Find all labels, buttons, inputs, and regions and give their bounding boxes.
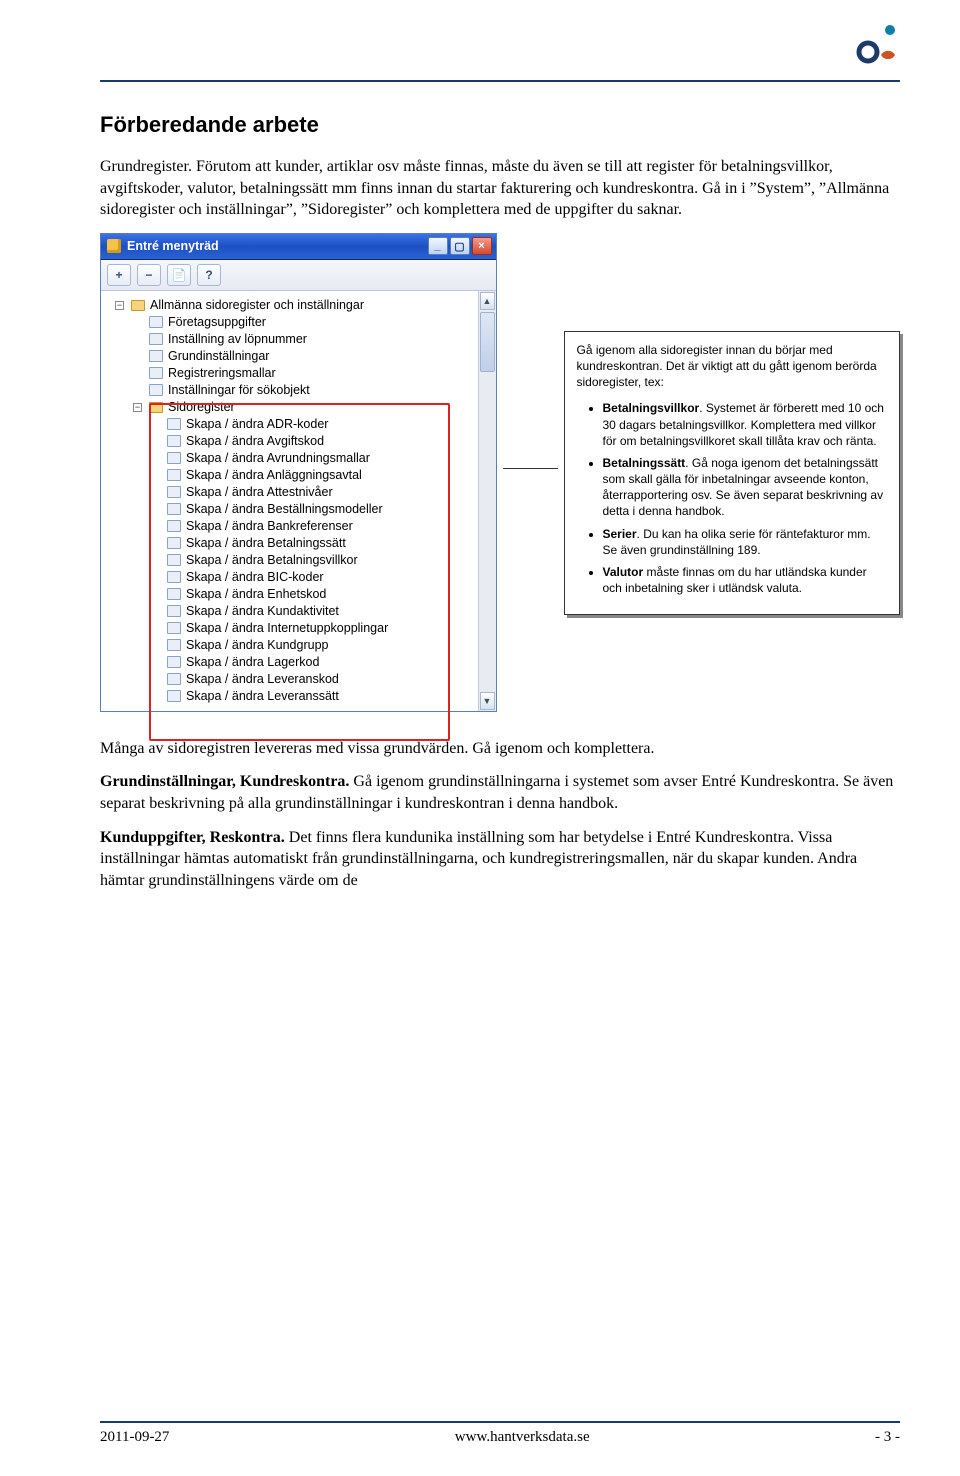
callout-list: Betalningsvillkor. Systemet är förberett… xyxy=(577,400,888,596)
tree-item[interactable]: Skapa / ändra BIC-koder xyxy=(107,569,478,586)
tree-toggle-icon[interactable]: − xyxy=(133,403,142,412)
footer-page-number: - 3 - xyxy=(875,1429,900,1446)
page-icon xyxy=(167,588,181,600)
page-icon xyxy=(167,571,181,583)
tree-item[interactable]: Skapa / ändra Attestnivåer xyxy=(107,484,478,501)
tree-group[interactable]: − Allmänna sidoregister och inställninga… xyxy=(107,297,478,314)
menu-tree-window: Entré menyträd _ ▢ × + − 📄 ? − xyxy=(100,233,497,712)
tree-item[interactable]: Företagsuppgifter xyxy=(107,314,478,331)
tree-item[interactable]: Skapa / ändra Betalningssätt xyxy=(107,535,478,552)
tree-item[interactable]: Skapa / ändra Bankreferenser xyxy=(107,518,478,535)
page-footer: 2011-09-27 www.hantverksdata.se - 3 - xyxy=(100,1413,900,1446)
window-titlebar[interactable]: Entré menyträd _ ▢ × xyxy=(101,234,496,260)
tree-item[interactable]: Skapa / ändra Kundaktivitet xyxy=(107,603,478,620)
tree-item[interactable]: Skapa / ändra Anläggningsavtal xyxy=(107,467,478,484)
page-icon xyxy=(167,622,181,634)
tree-label: Allmänna sidoregister och inställningar xyxy=(150,298,364,312)
tree-item[interactable]: Skapa / ändra Internetuppkopplingar xyxy=(107,620,478,637)
window-close-button[interactable]: × xyxy=(472,237,492,255)
page-icon xyxy=(149,316,163,328)
page-icon xyxy=(167,486,181,498)
page-heading: Förberedande arbete xyxy=(100,112,900,138)
tree-item[interactable]: Skapa / ändra Leveranskod xyxy=(107,671,478,688)
tree-item[interactable]: Skapa / ändra Betalningsvillkor xyxy=(107,552,478,569)
body-paragraph-1: Många av sidoregistren levereras med vis… xyxy=(100,738,900,760)
page-icon xyxy=(167,435,181,447)
callout-item: Betalningssätt. Gå noga igenom det betal… xyxy=(603,455,888,520)
page-icon xyxy=(167,673,181,685)
tree-item[interactable]: Skapa / ändra Enhetskod xyxy=(107,586,478,603)
callout-item: Betalningsvillkor. Systemet är förberett… xyxy=(603,400,888,449)
tree-label: Sidoregister xyxy=(168,400,235,414)
body-paragraph-3: Kunduppgifter, Reskontra. Det finns fler… xyxy=(100,827,900,892)
callout-item: Valutor måste finnas om du har utländska… xyxy=(603,564,888,596)
page-icon xyxy=(167,605,181,617)
window-title: Entré menyträd xyxy=(127,239,219,253)
page-icon xyxy=(149,384,163,396)
toolbar-expand-button[interactable]: + xyxy=(107,264,131,286)
callout-intro: Gå igenom alla sidoregister innan du bör… xyxy=(577,342,888,391)
page-icon xyxy=(167,469,181,481)
tree-scrollbar[interactable]: ▲ ▼ xyxy=(478,291,496,711)
scrollbar-thumb[interactable] xyxy=(480,312,495,372)
footer-rule xyxy=(100,1421,900,1423)
header-logo xyxy=(854,20,900,71)
tree-item[interactable]: Skapa / ändra Kundgrupp xyxy=(107,637,478,654)
window-minimize-button[interactable]: _ xyxy=(428,237,448,255)
callout-item: Serier. Du kan ha olika serie för räntef… xyxy=(603,526,888,558)
scrollbar-up-button[interactable]: ▲ xyxy=(480,292,495,310)
intro-paragraph: Grundregister. Förutom att kunder, artik… xyxy=(100,156,900,221)
page-icon xyxy=(149,367,163,379)
callout-box: Gå igenom alla sidoregister innan du bör… xyxy=(564,331,901,616)
page-icon xyxy=(149,350,163,362)
footer-url: www.hantverksdata.se xyxy=(455,1429,590,1446)
tree-item[interactable]: Skapa / ändra ADR-koder xyxy=(107,416,478,433)
page-icon xyxy=(167,554,181,566)
page-icon xyxy=(167,639,181,651)
tree-item[interactable]: Skapa / ändra Lagerkod xyxy=(107,654,478,671)
scrollbar-down-button[interactable]: ▼ xyxy=(480,692,495,710)
page-icon xyxy=(167,520,181,532)
tree-item[interactable]: Inställning av löpnummer xyxy=(107,331,478,348)
folder-icon xyxy=(149,402,163,413)
page-icon xyxy=(167,690,181,702)
page-icon xyxy=(167,418,181,430)
header-rule xyxy=(100,80,900,82)
toolbar-help-button[interactable]: ? xyxy=(197,264,221,286)
toolbar-collapse-button[interactable]: − xyxy=(137,264,161,286)
menu-tree[interactable]: − Allmänna sidoregister och inställninga… xyxy=(101,291,478,711)
tree-group[interactable]: − Sidoregister xyxy=(107,399,478,416)
window-toolbar: + − 📄 ? xyxy=(101,260,496,291)
tree-item[interactable]: Skapa / ändra Beställningsmodeller xyxy=(107,501,478,518)
body-paragraph-2: Grundinställningar, Kundreskontra. Gå ig… xyxy=(100,771,900,814)
window-app-icon xyxy=(107,239,121,253)
page-icon xyxy=(149,333,163,345)
window-maximize-button[interactable]: ▢ xyxy=(450,237,470,255)
footer-date: 2011-09-27 xyxy=(100,1429,169,1446)
tree-item[interactable]: Skapa / ändra Leveranssätt xyxy=(107,688,478,705)
tree-item[interactable]: Skapa / ändra Avrundningsmallar xyxy=(107,450,478,467)
page-icon xyxy=(167,452,181,464)
toolbar-doc-button[interactable]: 📄 xyxy=(167,264,191,286)
folder-icon xyxy=(131,300,145,311)
tree-item[interactable]: Inställningar för sökobjekt xyxy=(107,382,478,399)
scrollbar-track[interactable] xyxy=(479,373,496,691)
tree-item[interactable]: Skapa / ändra Avgiftskod xyxy=(107,433,478,450)
tree-item[interactable]: Grundinställningar xyxy=(107,348,478,365)
page-icon xyxy=(167,656,181,668)
tree-toggle-icon[interactable]: − xyxy=(115,301,124,310)
page-icon xyxy=(167,503,181,515)
tree-item[interactable]: Registreringsmallar xyxy=(107,365,478,382)
page-icon xyxy=(167,537,181,549)
